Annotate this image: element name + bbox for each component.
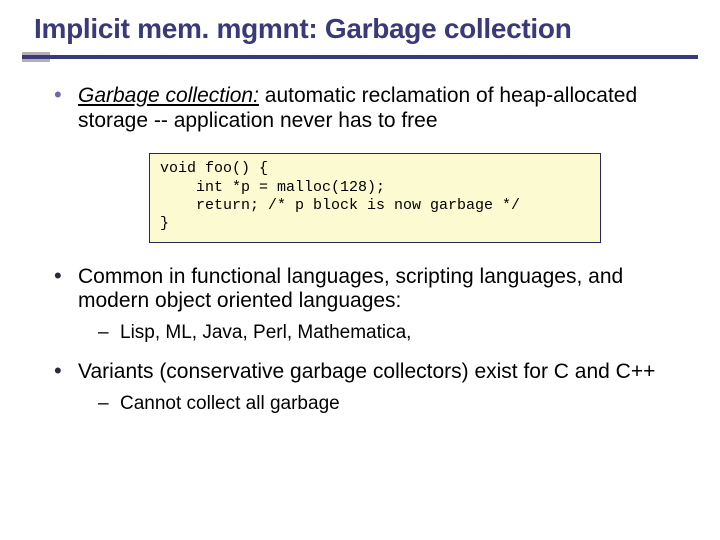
bullet-3-text: Variants (conservative garbage collector… — [78, 360, 655, 383]
slide-title: Implicit mem. mgmnt: Garbage collection — [34, 14, 720, 45]
bullet-3-sub: Cannot collect all garbage — [98, 393, 672, 415]
title-area: Implicit mem. mgmnt: Garbage collection — [0, 0, 720, 45]
bullet-2-text: Common in functional languages, scriptin… — [78, 265, 623, 313]
rule-bar — [22, 55, 698, 59]
bullet-list: Garbage collection: automatic reclamatio… — [48, 84, 672, 416]
code-block: void foo() { int *p = malloc(128); retur… — [149, 153, 601, 242]
title-rule — [22, 55, 698, 62]
bullet-1-term: Garbage collection: — [78, 84, 259, 107]
bullet-1: Garbage collection: automatic reclamatio… — [48, 84, 672, 243]
slide: Implicit mem. mgmnt: Garbage collection … — [0, 0, 720, 540]
bullet-2-sublist: Lisp, ML, Java, Perl, Mathematica, — [78, 322, 672, 344]
bullet-3-sublist: Cannot collect all garbage — [78, 393, 672, 415]
bullet-2: Common in functional languages, scriptin… — [48, 265, 672, 345]
bullet-2-sub: Lisp, ML, Java, Perl, Mathematica, — [98, 322, 672, 344]
slide-body: Garbage collection: automatic reclamatio… — [0, 62, 720, 416]
bullet-3: Variants (conservative garbage collector… — [48, 360, 672, 415]
